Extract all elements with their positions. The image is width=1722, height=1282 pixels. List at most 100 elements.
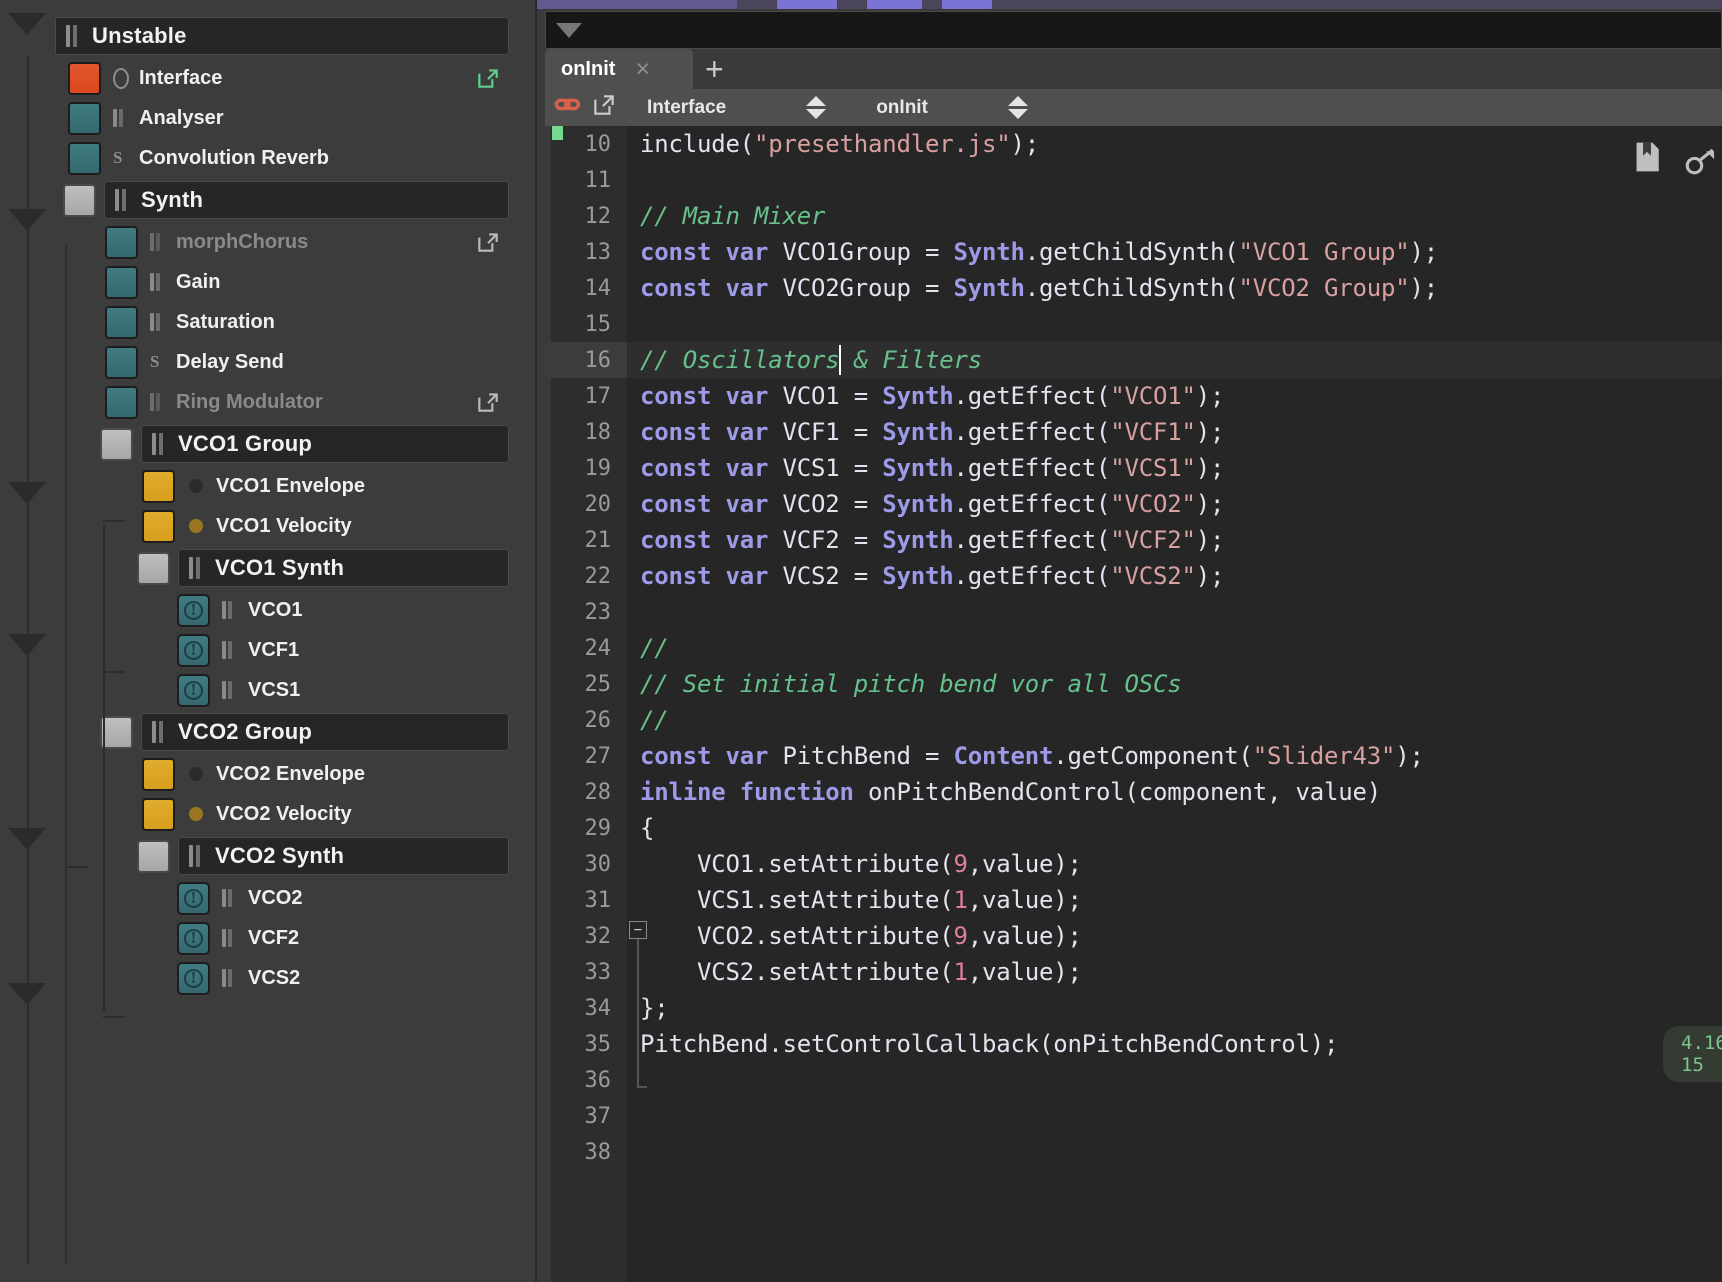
code-line[interactable]: 11 [545, 162, 1722, 198]
code-line[interactable]: 14 const var VCO2Group = Synth.getChildSy… [545, 270, 1722, 306]
close-icon[interactable]: × [635, 56, 650, 82]
module-color-chip[interactable] [142, 797, 175, 831]
code-line[interactable]: 25 // Set initial pitch bend vor all OSCs [545, 666, 1722, 702]
tree-container-row[interactable]: VCO1 Group [0, 422, 537, 466]
code-line[interactable]: 15 [545, 306, 1722, 342]
code-line[interactable]: 17 const var VCO1 = Synth.getEffect("VCO1… [545, 378, 1722, 414]
path-callback-label[interactable]: onInit [876, 97, 928, 119]
tree-container-row[interactable]: Synth [0, 178, 537, 222]
code-line[interactable]: 13 const var VCO1Group = Synth.getChildSy… [545, 234, 1722, 270]
code-area[interactable]: 10 include("presethandler.js"); 11 12 // Mai… [545, 126, 1722, 1282]
module-color-chip[interactable] [68, 61, 101, 95]
code-line[interactable]: 36 [545, 1062, 1722, 1098]
module-color-chip[interactable] [177, 921, 210, 955]
module-color-chip[interactable] [142, 509, 175, 543]
code-line[interactable]: 30 VCO1.setAttribute(9,value); [545, 846, 1722, 882]
fold-toggle-icon[interactable]: − [629, 921, 647, 939]
code-line[interactable]: 18 const var VCF1 = Synth.getEffect("VCF1… [545, 414, 1722, 450]
code-line[interactable]: 10 include("presethandler.js"); [545, 126, 1722, 162]
code-line[interactable]: 37 [545, 1098, 1722, 1134]
open-external-icon[interactable] [475, 229, 501, 255]
tree-container-row[interactable]: VCO2 Synth [0, 834, 537, 878]
code-line[interactable]: 19 const var VCS1 = Synth.getEffect("VCS1… [545, 450, 1722, 486]
code-line[interactable]: 12 // Main Mixer [545, 198, 1722, 234]
code-line[interactable]: 32 VCO2.setAttribute(9,value); [545, 918, 1722, 954]
tree-item-row[interactable]: morphChorus [0, 222, 537, 262]
popout-icon[interactable] [591, 92, 617, 123]
module-color-chip[interactable] [100, 715, 133, 749]
tree-item-row[interactable]: VCO1 Velocity [0, 506, 537, 546]
editor-header-bar[interactable] [545, 11, 1722, 49]
link-icon[interactable] [553, 90, 583, 125]
open-external-icon[interactable] [475, 65, 501, 91]
module-color-chip[interactable] [68, 141, 101, 175]
module-color-chip[interactable] [105, 345, 138, 379]
drag-handle-icon[interactable] [152, 720, 172, 744]
module-color-chip[interactable] [105, 305, 138, 339]
drag-handle-icon[interactable] [189, 556, 209, 580]
module-color-chip[interactable] [137, 551, 170, 585]
module-color-chip[interactable] [137, 839, 170, 873]
code-line[interactable]: 34}; [545, 990, 1722, 1026]
tree-container-pill[interactable]: VCO2 Group [141, 713, 509, 751]
drag-handle-icon[interactable] [189, 844, 209, 868]
tree-item-row[interactable]: VCO2 [0, 878, 537, 918]
tree-root-row[interactable]: Unstable [0, 14, 537, 58]
code-line[interactable]: 38 [545, 1134, 1722, 1170]
tree-item-row[interactable]: Ring Modulator [0, 382, 537, 422]
tree-item-row[interactable]: Delay Send [0, 342, 537, 382]
open-external-icon[interactable] [475, 389, 501, 415]
tree-item-row[interactable]: VCS1 [0, 670, 537, 710]
tree-item-row[interactable]: Interface [0, 58, 537, 98]
code-line[interactable]: 26 // [545, 702, 1722, 738]
tree-root-pill[interactable]: Unstable [55, 17, 509, 55]
code-line[interactable]: 33 VCS2.setAttribute(1,value); [545, 954, 1722, 990]
tree-item-row[interactable]: VCF1 [0, 630, 537, 670]
module-color-chip[interactable] [68, 101, 101, 135]
tree-item-row[interactable]: VCO1 [0, 590, 537, 630]
code-line[interactable]: 29 { [545, 810, 1722, 846]
module-selector-arrows[interactable] [806, 96, 827, 119]
tree-container-row[interactable]: VCO1 Synth [0, 546, 537, 590]
module-color-chip[interactable] [142, 469, 175, 503]
drag-handle-icon[interactable] [152, 432, 172, 456]
module-color-chip[interactable] [100, 427, 133, 461]
tree-item-row[interactable]: Saturation [0, 302, 537, 342]
bookmark-document-icon[interactable] [1630, 140, 1664, 174]
callback-selector-arrows[interactable] [1007, 96, 1028, 119]
code-line[interactable]: 28 inline function onPitchBendControl(com… [545, 774, 1722, 810]
drag-handle-icon[interactable] [66, 24, 86, 48]
drag-handle-icon[interactable] [115, 188, 135, 212]
search-replace-icon[interactable] [1684, 146, 1718, 180]
code-line[interactable]: 31 VCS1.setAttribute(1,value); [545, 882, 1722, 918]
code-line[interactable]: 20 const var VCO2 = Synth.getEffect("VCO2… [545, 486, 1722, 522]
code-line[interactable]: 23 [545, 594, 1722, 630]
module-color-chip[interactable] [63, 183, 96, 217]
tree-item-row[interactable]: Convolution Reverb [0, 138, 537, 178]
code-line[interactable]: 35 PitchBend.setControlCallback(onPitchBe… [545, 1026, 1722, 1062]
tree-container-pill[interactable]: VCO2 Synth [178, 837, 509, 875]
tree-item-row[interactable]: VCS2 [0, 958, 537, 998]
tree-item-row[interactable]: VCF2 [0, 918, 537, 958]
module-color-chip[interactable] [177, 881, 210, 915]
module-color-chip[interactable] [105, 265, 138, 299]
module-color-chip[interactable] [142, 757, 175, 791]
add-tab-icon[interactable]: + [705, 53, 724, 85]
code-line[interactable]: 16 // Oscillators & Filters [545, 342, 1722, 378]
tree-item-row[interactable]: VCO2 Envelope [0, 754, 537, 794]
tree-container-row[interactable]: VCO2 Group [0, 710, 537, 754]
tree-item-row[interactable]: VCO2 Velocity [0, 794, 537, 834]
module-color-chip[interactable] [177, 961, 210, 995]
code-lines[interactable]: 10 include("presethandler.js"); 11 12 // Mai… [545, 126, 1722, 1170]
code-line[interactable]: 22 const var VCS2 = Synth.getEffect("VCS2… [545, 558, 1722, 594]
code-line[interactable]: 24 // [545, 630, 1722, 666]
module-color-chip[interactable] [105, 225, 138, 259]
tree-container-pill[interactable]: VCO1 Group [141, 425, 509, 463]
module-color-chip[interactable] [177, 673, 210, 707]
tree-item-row[interactable]: VCO1 Envelope [0, 466, 537, 506]
module-color-chip[interactable] [105, 385, 138, 419]
code-line[interactable]: 27 const var PitchBend = Content.getCompo… [545, 738, 1722, 774]
module-color-chip[interactable] [177, 633, 210, 667]
tab-oninit[interactable]: onInit × [545, 49, 693, 89]
path-module-label[interactable]: Interface [647, 97, 726, 119]
